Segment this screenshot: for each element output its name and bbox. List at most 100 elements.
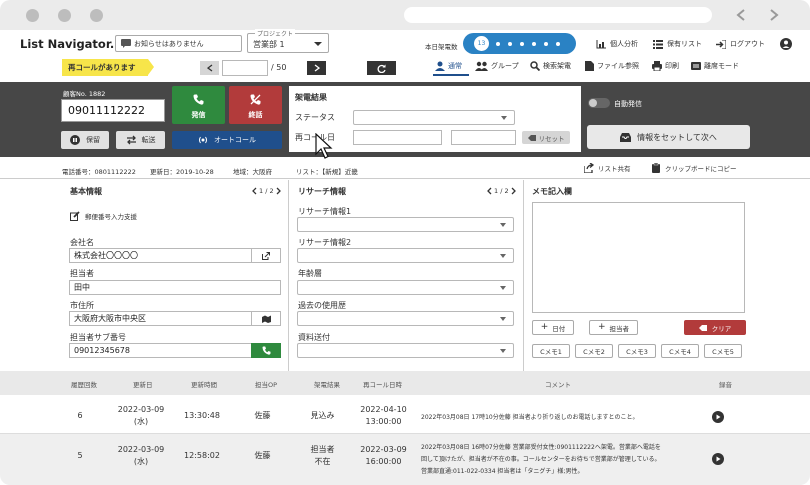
window-dot-icon[interactable]: [26, 9, 39, 22]
forward-arrow-icon[interactable]: [768, 8, 780, 22]
next-page-button[interactable]: [307, 61, 326, 75]
nav-analysis[interactable]: 個人分析: [596, 39, 638, 49]
recall-time-input[interactable]: [451, 130, 516, 145]
call-label: 発信: [191, 111, 206, 119]
recall-badge[interactable]: 再コールがあります: [62, 59, 148, 76]
material-send-label: 資料送付: [298, 333, 330, 342]
window-dot-icon[interactable]: [58, 9, 71, 22]
address-field[interactable]: 大阪府大阪市中央区: [69, 311, 281, 326]
reset-button[interactable]: リセット: [522, 131, 570, 144]
set-next-button[interactable]: 情報をセットして次へ: [587, 125, 750, 149]
memo-template-3[interactable]: Cメモ3: [618, 344, 656, 358]
printer-icon: [652, 61, 662, 71]
subphone-call-button[interactable]: [251, 343, 281, 358]
phone-number-field[interactable]: 09011112222: [61, 99, 165, 122]
back-arrow-icon[interactable]: [735, 8, 747, 22]
subphone-field[interactable]: 09012345678: [69, 343, 281, 358]
col-recording: 録音: [719, 381, 732, 389]
reload-button[interactable]: [367, 61, 396, 75]
call-button[interactable]: 発信: [172, 86, 225, 124]
basic-pager[interactable]: 1 / 2: [252, 187, 281, 195]
list-share-button[interactable]: リスト共有: [584, 163, 631, 173]
memo-template-5[interactable]: Cメモ5: [704, 344, 742, 358]
nav-lists[interactable]: 保有リスト: [653, 39, 702, 49]
status-label: ステータス: [295, 113, 335, 122]
project-select[interactable]: プロジェクト 営業部 1: [247, 29, 329, 53]
today-calls-count: 13: [474, 36, 489, 51]
browser-chrome: [0, 0, 810, 30]
tab-normal[interactable]: 通常: [435, 61, 462, 71]
material-send-select[interactable]: [297, 343, 514, 358]
prev-page-button[interactable]: [200, 61, 219, 75]
table-row[interactable]: 5 2022-03-09 (水) 12:58:02 佐藤 担当者 不在 2022…: [0, 434, 810, 485]
auto-call-label: オートコール: [214, 136, 256, 144]
col-date: 更新日: [133, 381, 153, 389]
research-title: リサーチ情報: [298, 187, 346, 196]
group-icon: [475, 61, 488, 71]
row-op: 佐藤: [254, 411, 271, 420]
app-window: List Navigator. お知らせはありません プロジェクト 営業部 1 …: [0, 0, 810, 485]
row-result: 担当者: [310, 445, 335, 454]
copy-clipboard-button[interactable]: クリップボードにコピー: [651, 163, 737, 173]
memo-clear-label: クリア: [711, 324, 732, 333]
research-field-2-select[interactable]: [297, 248, 514, 263]
company-field[interactable]: 株式会社〇〇〇〇: [69, 248, 281, 263]
map-button[interactable]: [251, 311, 281, 326]
memo-template-1[interactable]: Cメモ1: [532, 344, 570, 358]
message-icon: [121, 39, 131, 48]
tab-away[interactable]: 離席モード: [691, 61, 739, 71]
research-field-1-select[interactable]: [297, 217, 514, 232]
customer-no: 顧客No. 1882: [63, 90, 106, 98]
notice-box[interactable]: お知らせはありません: [115, 35, 242, 52]
chevron-left-icon: [252, 187, 257, 195]
research-pager[interactable]: 1 / 2: [487, 187, 516, 195]
address-bar[interactable]: [404, 7, 712, 23]
memo-clear-button[interactable]: クリア: [684, 320, 746, 335]
table-row[interactable]: 6 2022-03-09 (水) 13:30:48 佐藤 見込み 2022-04…: [0, 399, 810, 434]
research-field-2-label: リサーチ情報2: [298, 238, 352, 247]
memo-textarea[interactable]: [532, 202, 745, 313]
usage-history-select[interactable]: [297, 311, 514, 326]
recall-date-input[interactable]: [353, 130, 442, 145]
company-link-button[interactable]: [251, 248, 281, 263]
age-group-select[interactable]: [297, 280, 514, 295]
tab-file[interactable]: ファイル参照: [585, 61, 639, 71]
user-avatar-icon[interactable]: [780, 38, 792, 50]
play-icon[interactable]: [712, 411, 724, 423]
project-value: 営業部 1: [253, 40, 285, 49]
transfer-button[interactable]: 転送: [116, 131, 165, 149]
info-updated: 更新日：2019-10-28: [150, 168, 214, 176]
auto-call-button[interactable]: オートコール: [172, 131, 282, 149]
chevron-left-icon: [487, 187, 492, 195]
page-input[interactable]: [222, 60, 268, 76]
memo-template-4[interactable]: Cメモ4: [661, 344, 699, 358]
info-area: 地域：大阪府: [233, 168, 272, 176]
row-date: 2022-03-09: [117, 405, 165, 414]
status-select[interactable]: [353, 110, 515, 125]
postal-code-button[interactable]: 郵便番号入力支援: [70, 211, 137, 221]
tab-search-call-label: 検索架電: [543, 62, 571, 70]
window-dot-icon[interactable]: [90, 9, 103, 22]
memo-person-button[interactable]: + 担当者: [589, 320, 638, 335]
usage-history-label: 過去の使用歴: [298, 301, 346, 310]
history-header: 履歴回数 更新日 更新時間 担当OP 架電結果 再コール日時 コメント 録音: [0, 371, 810, 395]
memo-date-button[interactable]: + 日付: [532, 320, 574, 335]
person-field[interactable]: 田中: [69, 280, 281, 295]
play-icon[interactable]: [712, 453, 724, 465]
memo-template-2[interactable]: Cメモ2: [575, 344, 613, 358]
tab-print[interactable]: 印刷: [652, 61, 679, 71]
set-next-label: 情報をセットして次へ: [637, 132, 717, 142]
chevron-right-icon: [511, 187, 516, 195]
row-recall-time: 13:00:00: [365, 417, 402, 426]
tab-search-call[interactable]: 検索架電: [530, 61, 571, 71]
hangup-button[interactable]: 終話: [229, 86, 282, 124]
hold-label: 保留: [86, 136, 100, 144]
plus-icon: +: [540, 322, 549, 332]
chevron-right-icon: [314, 64, 320, 72]
hold-button[interactable]: 保留: [61, 131, 109, 149]
app-logo: List Navigator.: [20, 37, 115, 51]
auto-send-toggle[interactable]: [588, 98, 610, 108]
tab-group[interactable]: グループ: [475, 61, 519, 71]
nav-logout[interactable]: ログアウト: [716, 39, 765, 49]
logout-icon: [716, 39, 726, 49]
